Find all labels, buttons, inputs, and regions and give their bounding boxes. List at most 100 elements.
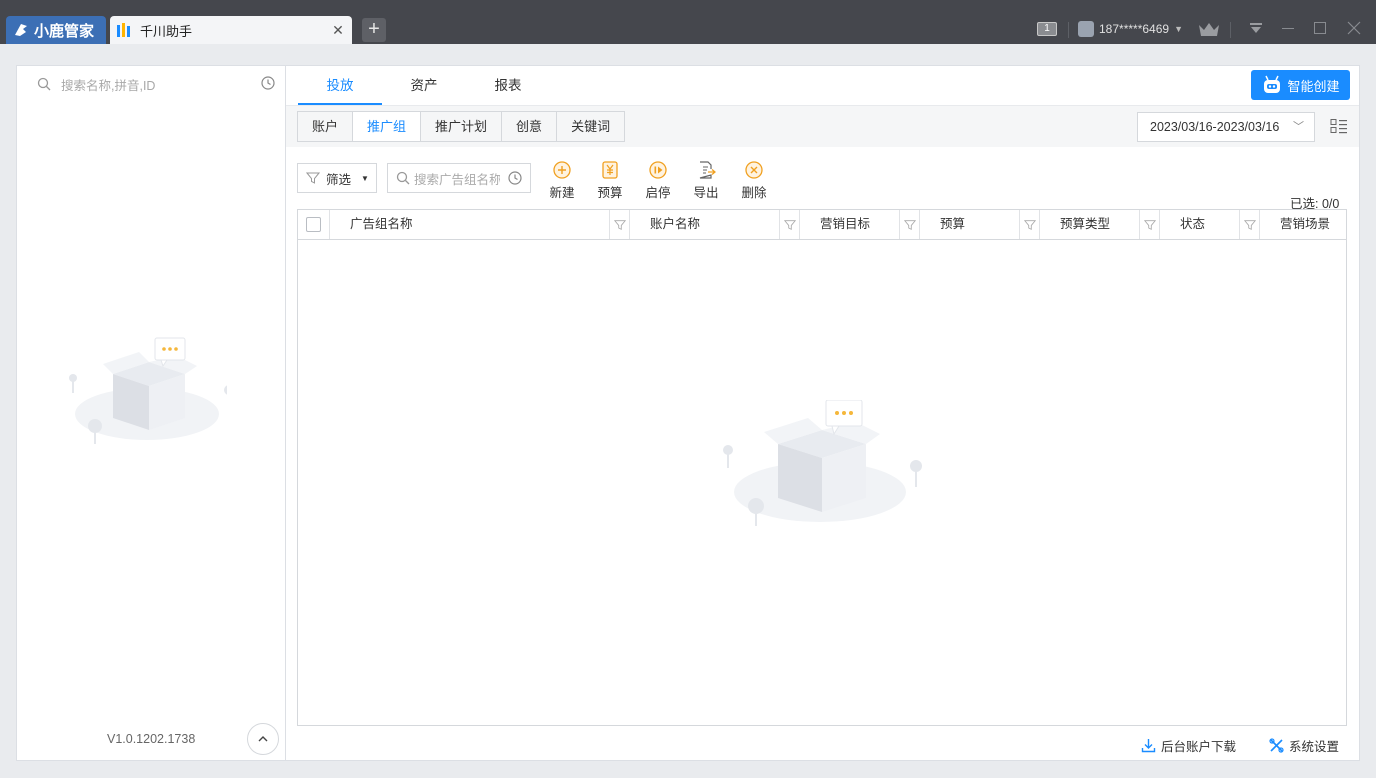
select-all-cell xyxy=(298,210,330,239)
empty-box-illustration xyxy=(722,399,922,543)
column-header[interactable]: 营销目标 xyxy=(800,210,920,239)
user-menu[interactable]: 187*****6469 ▼ xyxy=(1078,17,1183,41)
tab-title: 千川助手 xyxy=(140,23,193,39)
tab-reports[interactable]: 报表 xyxy=(466,66,550,105)
column-filter-icon[interactable] xyxy=(1239,210,1259,239)
budget-button[interactable]: 预算 xyxy=(590,160,630,201)
column-label: 状态 xyxy=(1180,217,1206,231)
robot-icon xyxy=(1264,75,1281,93)
subtab-ad-group[interactable]: 推广组 xyxy=(353,112,422,141)
search-icon xyxy=(37,77,51,91)
column-header[interactable]: 状态 xyxy=(1160,210,1260,239)
caret-down-icon: ▼ xyxy=(361,173,369,183)
search-placeholder: 搜索名称,拼音,ID xyxy=(61,78,156,93)
filter-label: 筛选 xyxy=(326,172,352,187)
title-bar: 小鹿管家 千川助手 ✕ + 1 187*****6469 ▼ xyxy=(0,0,1376,44)
system-settings-link[interactable]: 系统设置 xyxy=(1269,736,1339,755)
empty-box-illustration xyxy=(67,334,234,457)
toggle-button[interactable]: 启停 xyxy=(638,160,678,201)
date-range-picker[interactable]: 2023/03/16-2023/03/16 ﹀ xyxy=(1137,112,1315,142)
maximize-icon[interactable] xyxy=(1312,20,1328,36)
budget-yen-icon xyxy=(602,161,618,179)
column-filter-icon[interactable] xyxy=(899,210,919,239)
column-label: 预算 xyxy=(940,217,966,231)
subtab-creative[interactable]: 创意 xyxy=(502,112,558,141)
search-placeholder: 搜索广告组名称 xyxy=(414,172,500,187)
ad-group-search-input[interactable]: 搜索广告组名称 xyxy=(387,163,531,193)
crown-icon[interactable] xyxy=(1198,17,1220,41)
user-avatar-icon xyxy=(1078,21,1094,37)
play-pause-icon xyxy=(649,161,667,179)
new-button[interactable]: 新建 xyxy=(542,160,582,201)
budget-label: 预算 xyxy=(597,186,623,200)
collapse-up-button[interactable] xyxy=(247,723,279,755)
user-phone: 187*****6469 xyxy=(1099,22,1170,36)
qianchuan-logo-icon xyxy=(117,23,130,37)
chevron-down-icon: ﹀ xyxy=(1293,121,1304,133)
column-filter-icon[interactable] xyxy=(609,210,629,239)
delete-button[interactable]: 删除 xyxy=(734,160,774,201)
column-filter-icon[interactable] xyxy=(1139,210,1159,239)
export-label: 导出 xyxy=(693,186,719,200)
window-count: 1 xyxy=(1037,22,1057,36)
column-label: 广告组名称 xyxy=(350,217,413,231)
subtab-keyword[interactable]: 关键词 xyxy=(557,112,625,141)
settings-icon xyxy=(1269,738,1284,753)
main-panel: 投放 资产 报表 智能创建 账户 推广组 推广计划 创意 关键词 2023/03… xyxy=(285,65,1360,761)
funnel-icon xyxy=(306,172,320,184)
dropdown-menu-icon[interactable] xyxy=(1248,20,1264,36)
column-header[interactable]: 预算 xyxy=(920,210,1040,239)
history-clock-icon[interactable] xyxy=(508,171,522,185)
column-settings-icon[interactable] xyxy=(1330,118,1348,134)
export-icon xyxy=(699,161,716,179)
select-all-checkbox[interactable] xyxy=(306,217,321,232)
column-filter-icon[interactable] xyxy=(1019,210,1039,239)
brand-name: 小鹿管家 xyxy=(34,22,95,40)
window-count-badge[interactable]: 1 xyxy=(1037,17,1057,41)
deer-logo-icon xyxy=(15,24,27,36)
plus-circle-icon xyxy=(553,161,571,179)
tab-delivery[interactable]: 投放 xyxy=(298,66,382,105)
smart-create-label: 智能创建 xyxy=(1287,78,1340,94)
sub-nav-bar: 账户 推广组 推广计划 创意 关键词 2023/03/16-2023/03/16… xyxy=(286,106,1359,147)
account-search-input[interactable]: 搜索名称,拼音,ID xyxy=(37,74,277,94)
chevron-down-icon: ▼ xyxy=(1174,24,1183,34)
download-icon xyxy=(1141,739,1156,753)
search-icon xyxy=(396,171,410,185)
delete-x-icon xyxy=(745,161,763,179)
settings-label: 系统设置 xyxy=(1289,740,1340,754)
export-button[interactable]: 导出 xyxy=(686,160,726,201)
column-header[interactable]: 广告组名称 xyxy=(330,210,630,239)
download-label: 后台账户下载 xyxy=(1161,740,1237,754)
subtab-account[interactable]: 账户 xyxy=(298,112,354,141)
tab-assets[interactable]: 资产 xyxy=(382,66,466,105)
divider xyxy=(1068,22,1069,38)
brand-tab[interactable]: 小鹿管家 xyxy=(6,16,106,44)
column-header[interactable]: 预算类型 xyxy=(1040,210,1160,239)
version-label: V1.0.1202.1738 xyxy=(107,732,196,746)
history-clock-icon[interactable] xyxy=(261,76,275,90)
subtab-ad-plan[interactable]: 推广计划 xyxy=(421,112,503,141)
new-tab-button[interactable]: + xyxy=(362,18,386,42)
table-header: 广告组名称 账户名称 营销目标 预算 预算类型 状态 营销场景 xyxy=(298,210,1346,240)
column-filter-icon[interactable] xyxy=(779,210,799,239)
date-range-value: 2023/03/16-2023/03/16 xyxy=(1150,120,1280,134)
sub-tabs: 账户 推广组 推广计划 创意 关键词 xyxy=(297,111,626,142)
main-tabs: 投放 资产 报表 xyxy=(298,66,550,105)
filter-button[interactable]: 筛选 ▼ xyxy=(297,163,377,193)
smart-create-button[interactable]: 智能创建 xyxy=(1251,70,1350,100)
window-close-icon[interactable] xyxy=(1346,20,1362,36)
tab-qianchuan[interactable]: 千川助手 ✕ xyxy=(110,16,352,44)
column-header[interactable]: 营销场景 xyxy=(1260,210,1346,239)
close-icon[interactable]: ✕ xyxy=(330,22,346,38)
backend-download-link[interactable]: 后台账户下载 xyxy=(1141,736,1236,755)
toggle-label: 启停 xyxy=(645,186,671,200)
chevron-up-icon xyxy=(258,736,268,742)
new-label: 新建 xyxy=(549,186,575,200)
column-label: 预算类型 xyxy=(1060,217,1111,231)
column-label: 营销场景 xyxy=(1280,217,1331,231)
delete-label: 删除 xyxy=(741,186,767,200)
account-sidebar: 搜索名称,拼音,ID V1.0.1202.1738 xyxy=(16,65,285,761)
minimize-icon[interactable] xyxy=(1280,20,1296,36)
column-header[interactable]: 账户名称 xyxy=(630,210,800,239)
